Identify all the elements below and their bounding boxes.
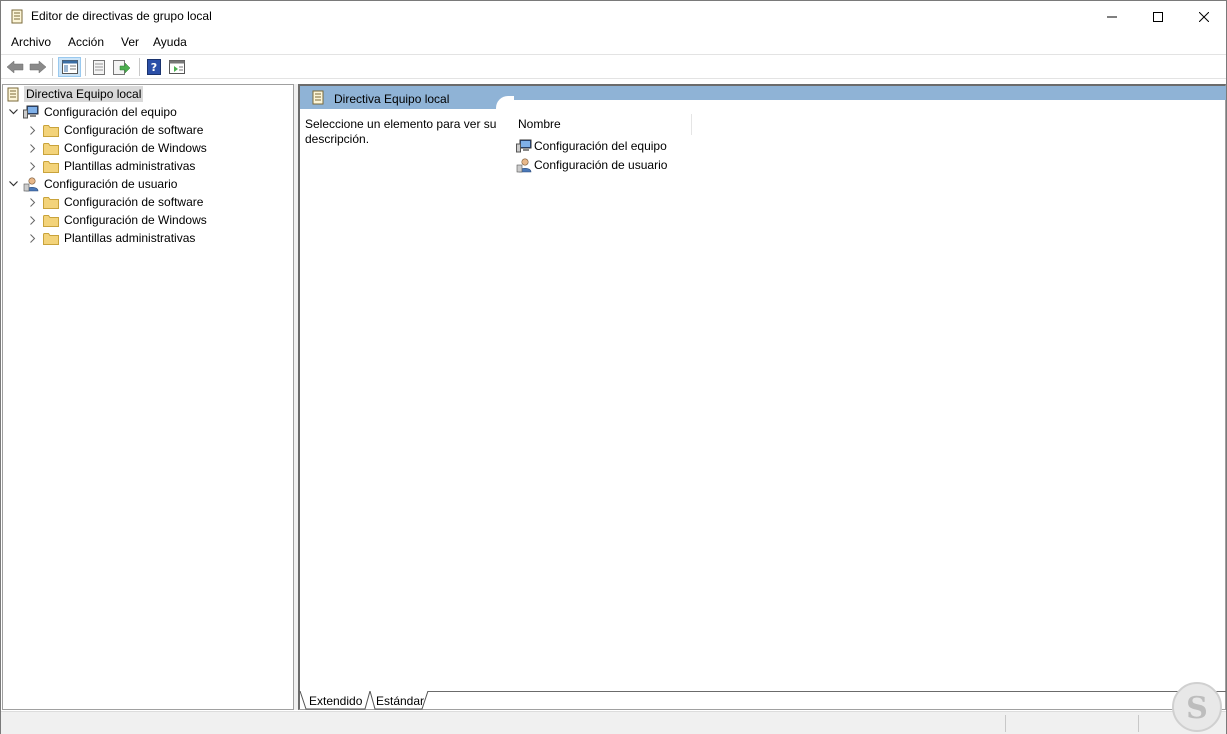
chevron-right-icon[interactable] bbox=[27, 139, 39, 157]
tree-node-label: Plantillas administrativas bbox=[64, 159, 196, 173]
properties-icon bbox=[93, 59, 105, 75]
list-item-label: Configuración del equipo bbox=[534, 139, 667, 153]
tree-pane: Directiva Equipo local Configuración del… bbox=[2, 84, 294, 710]
help-button[interactable]: ? bbox=[144, 57, 164, 77]
chevron-right-icon[interactable] bbox=[27, 229, 39, 247]
view-tabs: Extendido Estándar bbox=[298, 691, 1226, 710]
folder-icon bbox=[43, 194, 59, 210]
svg-text:S: S bbox=[1186, 691, 1208, 726]
toolbar: ? bbox=[1, 55, 1226, 79]
export-list-icon bbox=[113, 59, 131, 75]
tab-estandar[interactable]: Estándar bbox=[376, 691, 424, 710]
user-icon bbox=[23, 176, 39, 192]
chevron-right-icon[interactable] bbox=[27, 193, 39, 211]
tree-node-label: Configuración de usuario bbox=[44, 177, 178, 191]
tree-node-software-settings[interactable]: Configuración de software bbox=[27, 193, 205, 211]
folder-icon bbox=[43, 158, 59, 174]
export-list-button[interactable] bbox=[112, 57, 132, 77]
show-hide-tree-button[interactable] bbox=[58, 57, 81, 77]
tree-node-label: Configuración de Windows bbox=[64, 213, 207, 227]
tree-node-windows-settings[interactable]: Configuración de Windows bbox=[27, 139, 209, 157]
chevron-down-icon[interactable] bbox=[7, 103, 19, 121]
folder-icon bbox=[43, 230, 59, 246]
status-bar bbox=[1, 711, 1226, 734]
tree-root-label: Directiva Equipo local bbox=[24, 86, 144, 102]
maximize-icon bbox=[1153, 11, 1163, 22]
computer-icon bbox=[23, 104, 39, 120]
menu-ver[interactable]: Ver bbox=[121, 35, 139, 49]
column-header-name[interactable]: Nombre bbox=[514, 114, 692, 135]
tree-node-software-settings[interactable]: Configuración de software bbox=[27, 121, 205, 139]
list-item-label: Configuración de usuario bbox=[534, 158, 668, 172]
extended-view-icon bbox=[169, 60, 185, 74]
folder-icon bbox=[43, 122, 59, 138]
tree-root[interactable]: Directiva Equipo local bbox=[5, 85, 144, 103]
extended-view-button[interactable] bbox=[167, 57, 187, 77]
app-window: Editor de directivas de grupo local Arch… bbox=[0, 0, 1227, 734]
description-text: Seleccione un elemento para ver su descr… bbox=[305, 117, 497, 146]
toolbar-separator bbox=[52, 58, 53, 76]
show-hide-tree-icon bbox=[61, 60, 78, 74]
minimize-button[interactable] bbox=[1089, 1, 1135, 32]
title-bar: Editor de directivas de grupo local bbox=[1, 1, 1226, 32]
menu-ayuda[interactable]: Ayuda bbox=[153, 35, 187, 49]
folder-icon bbox=[43, 140, 59, 156]
content-header-tab: Directiva Equipo local bbox=[300, 86, 504, 109]
chevron-down-icon[interactable] bbox=[7, 175, 19, 193]
back-icon bbox=[6, 60, 24, 74]
status-separator bbox=[1138, 715, 1139, 732]
tree-node-windows-settings[interactable]: Configuración de Windows bbox=[27, 211, 209, 229]
content-header-title: Directiva Equipo local bbox=[334, 92, 450, 106]
tree-node-label: Configuración de Windows bbox=[64, 141, 207, 155]
policy-scroll-icon bbox=[10, 9, 24, 24]
chevron-right-icon[interactable] bbox=[27, 121, 39, 139]
policy-scroll-icon bbox=[5, 86, 21, 102]
forward-button[interactable] bbox=[28, 57, 48, 77]
watermark-logo: S bbox=[1169, 681, 1225, 733]
forward-icon bbox=[29, 60, 47, 74]
tree-node-user-config[interactable]: Configuración de usuario bbox=[7, 175, 179, 193]
tree-node-computer-config[interactable]: Configuración del equipo bbox=[7, 103, 179, 121]
tree-node-label: Configuración de software bbox=[64, 195, 204, 209]
tree-node-admin-templates[interactable]: Plantillas administrativas bbox=[27, 229, 197, 247]
close-icon bbox=[1199, 11, 1209, 22]
tab-extendido[interactable]: Extendido bbox=[309, 691, 362, 710]
maximize-button[interactable] bbox=[1135, 1, 1181, 32]
computer-icon bbox=[516, 138, 532, 154]
back-button[interactable] bbox=[5, 57, 25, 77]
properties-button[interactable] bbox=[89, 57, 109, 77]
user-icon bbox=[516, 157, 532, 173]
tree-node-label: Plantillas administrativas bbox=[64, 231, 196, 245]
minimize-icon bbox=[1107, 16, 1117, 17]
folder-icon bbox=[43, 212, 59, 228]
chevron-right-icon[interactable] bbox=[27, 211, 39, 229]
help-icon: ? bbox=[147, 59, 161, 75]
menu-bar: Archivo Acción Ver Ayuda bbox=[1, 32, 1226, 53]
svg-text:?: ? bbox=[151, 61, 157, 74]
menu-archivo[interactable]: Archivo bbox=[11, 35, 51, 49]
list-item-computer-config[interactable]: Configuración del equipo bbox=[516, 137, 667, 155]
column-header-label: Nombre bbox=[518, 117, 561, 131]
tree-node-label: Configuración del equipo bbox=[44, 105, 177, 119]
toolbar-separator bbox=[85, 58, 86, 76]
toolbar-divider bbox=[1, 78, 1226, 79]
status-separator bbox=[1005, 715, 1006, 732]
content-pane: Directiva Equipo local Seleccione un ele… bbox=[298, 84, 1226, 710]
toolbar-separator bbox=[139, 58, 140, 76]
close-button[interactable] bbox=[1181, 1, 1227, 32]
chevron-right-icon[interactable] bbox=[27, 157, 39, 175]
tree-node-admin-templates[interactable]: Plantillas administrativas bbox=[27, 157, 197, 175]
tree-node-label: Configuración de software bbox=[64, 123, 204, 137]
policy-scroll-icon bbox=[311, 90, 325, 105]
window-title: Editor de directivas de grupo local bbox=[31, 9, 212, 23]
list-item-user-config[interactable]: Configuración de usuario bbox=[516, 156, 667, 174]
menu-accion[interactable]: Acción bbox=[68, 35, 104, 49]
